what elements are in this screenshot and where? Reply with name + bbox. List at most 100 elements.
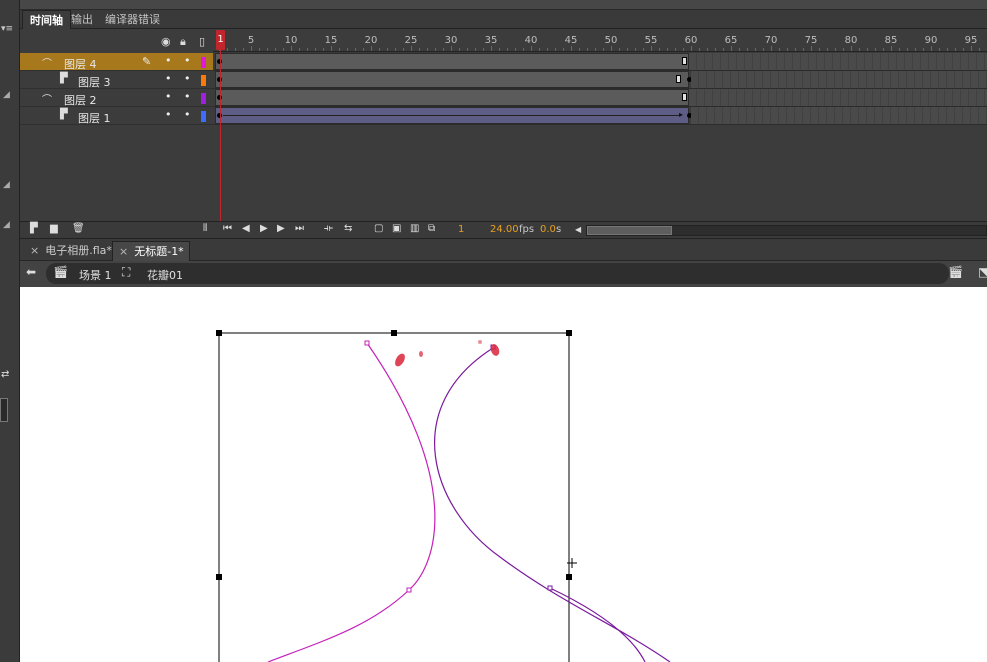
ruler-tick (715, 48, 716, 51)
layer-row[interactable]: ⌒ 图层 2 • • (20, 89, 987, 107)
anchor-point[interactable] (364, 340, 370, 346)
lock-dot[interactable]: • (184, 72, 191, 85)
frame-span[interactable] (213, 53, 987, 71)
layer-icon: ▛ (60, 73, 68, 84)
delete-icon[interactable]: 🗑︎ (72, 223, 85, 234)
layer-name[interactable]: 图层 1 (78, 110, 111, 126)
go-last-icon[interactable]: ⏭︎ (295, 223, 304, 234)
doc-tab-label: 电子相册.fla* (45, 244, 112, 257)
layer-color-swatch[interactable] (201, 93, 206, 104)
timeline-scrollbar[interactable] (586, 225, 987, 236)
layer-header[interactable]: ▛ 图层 1 • • (20, 107, 213, 125)
frame-span[interactable]: ▸ (213, 107, 987, 125)
go-first-icon[interactable]: ⏮︎ (223, 223, 232, 234)
lock-dot[interactable]: • (184, 90, 191, 103)
playhead-frame[interactable]: 1 (216, 30, 225, 50)
transform-bounding-box[interactable] (216, 330, 572, 662)
edit-multiple-icon[interactable]: ▥ (410, 223, 419, 234)
tab-output[interactable]: 输出 (64, 10, 100, 29)
layer-color-swatch[interactable] (201, 111, 206, 122)
collapse-marker-icon[interactable]: ◢ (3, 90, 10, 100)
back-arrow-icon[interactable]: ⬅ (26, 265, 36, 279)
doc-tab[interactable]: × 电子相册.fla* (24, 241, 112, 261)
fps-value[interactable]: 24.00 (490, 224, 519, 235)
step-forward-icon[interactable]: ▶︎ (277, 223, 285, 234)
lock-dot[interactable]: • (184, 54, 191, 67)
play-icon[interactable]: ▶︎ (260, 223, 268, 234)
layer-name[interactable]: 图层 2 (64, 92, 97, 108)
layer-color-swatch[interactable] (201, 57, 206, 68)
breadcrumb-symbol[interactable]: 花瓣01 (147, 267, 183, 283)
end-frame[interactable] (676, 75, 681, 83)
onion-markers-icon[interactable]: ⧉ (428, 223, 435, 234)
layer-row[interactable]: ▛ 图层 3 • • (20, 71, 987, 89)
stage-canvas[interactable] (20, 287, 987, 662)
anchor-point[interactable] (406, 587, 412, 593)
time-value[interactable]: 0.0 (540, 224, 556, 235)
collapse-marker-icon[interactable]: ◢ (3, 220, 10, 230)
layer-row[interactable]: ▛ 图层 1 • • ▸ (20, 107, 987, 125)
new-layer-icon[interactable]: ▛ (30, 223, 38, 234)
lock-dot[interactable]: • (184, 108, 191, 121)
motion-guide-path[interactable] (434, 347, 671, 662)
tab-compiler-errors[interactable]: 编译器错误 (98, 10, 167, 29)
ruler-label: 40 (524, 35, 538, 46)
stage-drawing (216, 330, 671, 662)
loop-icon[interactable]: ⟛ (324, 223, 333, 234)
frame-span[interactable] (213, 89, 987, 107)
layer-row[interactable]: ⌒ 图层 4 ✎ • • (20, 53, 987, 71)
frame-ruler[interactable]: 15101520253035404550556065707580859095 (213, 29, 987, 52)
motion-guide-path[interactable] (267, 342, 436, 662)
collapse-marker-icon[interactable]: ◢ (3, 180, 10, 190)
lock-icon[interactable]: 🔒︎ (180, 35, 186, 49)
repeat-icon[interactable]: ⇆ (344, 223, 352, 234)
tool-slot[interactable] (0, 398, 8, 422)
breadcrumb-scene[interactable]: 场景 1 (79, 267, 112, 283)
doc-tab-active[interactable]: × 无标题-1* (112, 241, 190, 261)
layer-color-swatch[interactable] (201, 75, 206, 86)
frame-span[interactable] (213, 71, 987, 89)
layer-header[interactable]: ⌒ 图层 4 ✎ • • (20, 53, 213, 71)
ruler-tick (419, 48, 420, 51)
empty-frames[interactable] (689, 53, 987, 70)
edit-symbols-icon[interactable]: ⬔ (978, 265, 987, 279)
anchor-point[interactable] (547, 585, 553, 591)
empty-frames[interactable] (691, 107, 987, 124)
empty-frames[interactable] (689, 89, 987, 106)
onion-skin-icon[interactable]: ▢ (374, 223, 383, 234)
timeline-header: ◉ 🔒︎ ▯ 151015202530354045505560657075808… (20, 29, 987, 52)
close-icon[interactable]: × (30, 244, 39, 257)
ruler-tick (443, 48, 444, 51)
ruler-tick (651, 46, 652, 51)
visible-dot[interactable]: • (165, 72, 172, 85)
scrollbar-thumb[interactable] (587, 226, 672, 235)
outline-icon[interactable]: ▯ (199, 35, 205, 48)
onion-outline-icon[interactable]: ▣ (392, 223, 401, 234)
current-frame[interactable]: 1 (458, 224, 464, 235)
close-icon[interactable]: × (119, 245, 128, 258)
edit-scene-icon[interactable]: 🎬︎ (948, 265, 963, 279)
visible-dot[interactable]: • (165, 54, 172, 67)
ruler-tick (843, 48, 844, 51)
playhead[interactable]: 1 (216, 29, 225, 238)
layer-header[interactable]: ▛ 图层 3 • • (20, 71, 213, 89)
eye-icon[interactable]: ◉ (161, 35, 171, 48)
new-folder-icon[interactable]: ▆ (50, 223, 58, 234)
layer-header[interactable]: ⌒ 图层 2 • • (20, 89, 213, 107)
end-frame[interactable] (682, 93, 687, 101)
layer-name[interactable]: 图层 4 (64, 56, 97, 72)
ruler-tick (283, 48, 284, 51)
layer-name[interactable]: 图层 3 (78, 74, 111, 90)
scroll-left-icon[interactable]: ◀ (575, 225, 581, 234)
step-back-icon[interactable]: ◀︎ (242, 223, 250, 234)
empty-frames[interactable] (691, 71, 987, 88)
ruler-label: 25 (404, 35, 418, 46)
ruler-tick (563, 48, 564, 51)
ruler-tick (259, 48, 260, 51)
panel-menu-icon[interactable]: ▾≡ (1, 24, 13, 34)
end-frame[interactable] (682, 57, 687, 65)
visible-dot[interactable]: • (165, 90, 172, 103)
swap-colors-icon[interactable]: ⇄ (1, 369, 9, 380)
visible-dot[interactable]: • (165, 108, 172, 121)
center-frame-icon[interactable]: ⫴ (203, 223, 207, 234)
